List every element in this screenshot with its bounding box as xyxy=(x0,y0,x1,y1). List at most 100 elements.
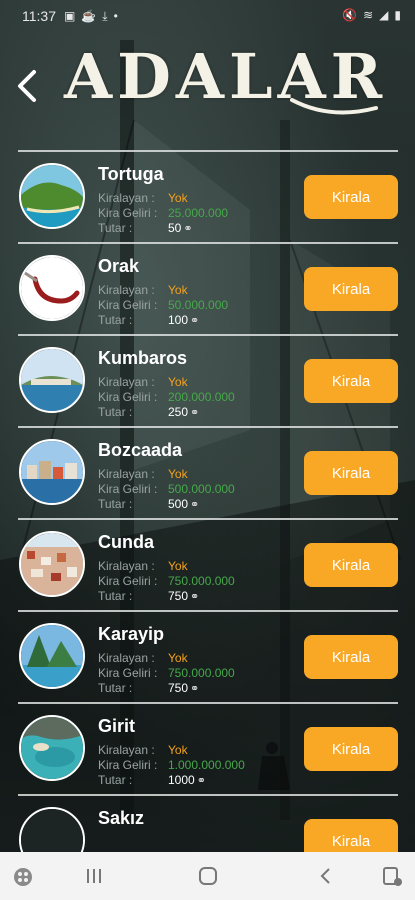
island-name: Sakız xyxy=(98,808,145,828)
income-value: 500.000.000 xyxy=(168,482,235,496)
rent-button[interactable]: Kirala xyxy=(304,175,398,219)
wifi-icon: ≋ xyxy=(363,8,374,22)
title-swash-decoration xyxy=(290,98,378,115)
renter-label: Kiralayan : xyxy=(98,743,155,757)
amount-label: Tutar : xyxy=(98,405,133,419)
income-label: Kira Geliri : xyxy=(98,758,158,772)
header: ADALAR xyxy=(0,34,415,144)
status-bar: 11:37 ▣ ☕ ⤓ • 🔇 ≋ ◢ ▮ xyxy=(0,0,415,32)
battery-icon: ▮ xyxy=(394,8,401,22)
renter-value: Yok xyxy=(168,743,188,757)
coin-icon: ⚭ xyxy=(196,775,206,787)
system-icons: 🔇 ≋ ◢ ▮ xyxy=(342,8,401,22)
rent-button[interactable]: Kirala xyxy=(304,359,398,403)
island-row-kumbaros: Kumbaros Kiralayan : Yok Kira Geliri : 2… xyxy=(18,334,398,426)
island-image-girit xyxy=(19,715,85,781)
income-label: Kira Geliri : xyxy=(98,666,158,680)
island-image-tortuga xyxy=(19,163,85,229)
rent-button[interactable]: Kirala xyxy=(304,635,398,679)
rent-button[interactable]: Kirala xyxy=(304,727,398,771)
income-value: 200.000.000 xyxy=(168,390,235,404)
island-name: Girit xyxy=(98,716,136,736)
island-row-cunda: Cunda Kiralayan : Yok Kira Geliri : 750.… xyxy=(18,518,398,610)
photo-icon: ▣ xyxy=(64,8,76,23)
status-time: 11:37 xyxy=(22,8,56,24)
coin-icon: ⚭ xyxy=(190,499,200,511)
amount-field: 250 ⚭ xyxy=(168,405,199,422)
renter-label: Kiralayan : xyxy=(98,559,155,573)
home-icon[interactable] xyxy=(198,866,218,886)
renter-value: Yok xyxy=(168,559,188,573)
island-row-karayip: Karayip Kiralayan : Yok Kira Geliri : 75… xyxy=(18,610,398,702)
income-label: Kira Geliri : xyxy=(98,574,158,588)
island-image-sakiz xyxy=(19,807,85,852)
amount-field: 50 ⚭ xyxy=(168,221,193,238)
income-label: Kira Geliri : xyxy=(98,482,158,496)
amount-value: 750 xyxy=(168,589,189,603)
renter-value: Yok xyxy=(168,283,188,297)
system-navigation-bar xyxy=(0,852,415,900)
island-row-bozcaada: Bozcaada Kiralayan : Yok Kira Geliri : 5… xyxy=(18,426,398,518)
island-row-sakiz: Sakız Kirala xyxy=(18,794,398,852)
income-label: Kira Geliri : xyxy=(98,298,158,312)
rent-button[interactable]: Kirala xyxy=(304,451,398,495)
island-name: Bozcaada xyxy=(98,440,183,460)
amount-field: 750 ⚭ xyxy=(168,681,199,698)
renter-value: Yok xyxy=(168,651,188,665)
amount-value: 100 xyxy=(168,313,189,327)
island-row-girit: Girit Kiralayan : Yok Kira Geliri : 1.00… xyxy=(18,702,398,794)
amount-label: Tutar : xyxy=(98,221,133,235)
renter-label: Kiralayan : xyxy=(98,651,155,665)
renter-value: Yok xyxy=(168,375,188,389)
island-row-tortuga: Tortuga Kiralayan : Yok Kira Geliri : 25… xyxy=(18,150,398,242)
income-label: Kira Geliri : xyxy=(98,206,158,220)
income-value: 25.000.000 xyxy=(168,206,229,220)
renter-label: Kiralayan : xyxy=(98,375,155,389)
island-image-karayip xyxy=(19,623,85,689)
island-name: Orak xyxy=(98,256,140,276)
amount-label: Tutar : xyxy=(98,681,133,695)
amount-value: 1000 xyxy=(168,773,195,787)
island-list[interactable]: Tortuga Kiralayan : Yok Kira Geliri : 25… xyxy=(18,150,398,852)
notification-icons: ▣ ☕ ⤓ • xyxy=(64,9,118,24)
amount-field: 1000 ⚭ xyxy=(168,773,206,790)
keyboard-icon[interactable] xyxy=(382,866,404,888)
apps-icon[interactable] xyxy=(12,866,34,888)
amount-label: Tutar : xyxy=(98,589,133,603)
income-label: Kira Geliri : xyxy=(98,390,158,404)
amount-value: 750 xyxy=(168,681,189,695)
island-name: Kumbaros xyxy=(98,348,188,368)
rent-button[interactable]: Kirala xyxy=(304,819,398,852)
recents-icon[interactable] xyxy=(84,866,104,886)
coin-icon: ⚭ xyxy=(190,315,200,327)
island-image-orak xyxy=(19,255,85,321)
cup-icon: ☕ xyxy=(81,8,97,23)
income-value: 1.000.000.000 xyxy=(168,758,245,772)
renter-value: Yok xyxy=(168,467,188,481)
mute-icon: 🔇 xyxy=(342,8,358,22)
amount-value: 50 xyxy=(168,221,182,235)
amount-value: 500 xyxy=(168,497,189,511)
back-icon[interactable] xyxy=(316,866,336,886)
island-name: Karayip xyxy=(98,624,165,644)
coin-icon: ⚭ xyxy=(190,591,200,603)
chevron-left-icon[interactable] xyxy=(14,68,38,104)
amount-field: 750 ⚭ xyxy=(168,589,199,606)
amount-field: 500 ⚭ xyxy=(168,497,199,514)
island-image-cunda xyxy=(19,531,85,597)
rent-button[interactable]: Kirala xyxy=(304,543,398,587)
rent-button[interactable]: Kirala xyxy=(304,267,398,311)
signal-icon: ◢ xyxy=(379,8,389,22)
dot-icon: • xyxy=(113,8,118,23)
amount-field: 100 ⚭ xyxy=(168,313,199,330)
island-name: Tortuga xyxy=(98,164,164,184)
download-icon: ⤓ xyxy=(102,8,108,23)
renter-label: Kiralayan : xyxy=(98,191,155,205)
amount-label: Tutar : xyxy=(98,497,133,511)
coin-icon: ⚭ xyxy=(190,407,200,419)
renter-label: Kiralayan : xyxy=(98,283,155,297)
amount-value: 250 xyxy=(168,405,189,419)
island-image-kumbaros xyxy=(19,347,85,413)
income-value: 750.000.000 xyxy=(168,574,235,588)
renter-label: Kiralayan : xyxy=(98,467,155,481)
